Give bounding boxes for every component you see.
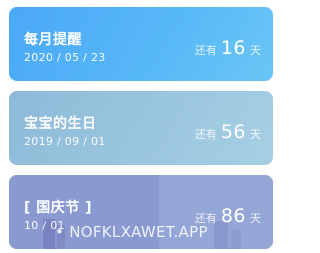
countdown-suffix: 天 [250,128,261,141]
watermark-text: • NOFKLXAWET.APP [55,223,208,241]
countdown-card-list: 每月提醒 2020 / 05 / 23 还有 16 天 宝宝的生日 2019 /… [0,0,281,253]
card-countdown: 还有 56 天 [195,121,261,143]
countdown-prefix: 还有 [194,44,217,57]
countdown-days: 16 [220,37,246,59]
countdown-suffix: 天 [250,212,261,225]
card-countdown: 还有 16 天 [195,37,261,59]
countdown-days: 56 [220,121,246,143]
card-title: [ 国庆节 ] [24,200,93,216]
countdown-card-monthly-reminder[interactable]: 每月提醒 2020 / 05 / 23 还有 16 天 [9,7,273,81]
card-date: 2020 / 05 / 23 [24,51,106,64]
countdown-days: 86 [220,205,246,227]
countdown-prefix: 还有 [194,128,217,141]
card-date: 2019 / 09 / 01 [24,135,106,148]
card-title: 宝宝的生日 [24,116,97,132]
card-title: 每月提醒 [24,32,82,48]
countdown-suffix: 天 [250,44,261,57]
countdown-card-baby-birthday[interactable]: 宝宝的生日 2019 / 09 / 01 还有 56 天 [9,91,273,165]
